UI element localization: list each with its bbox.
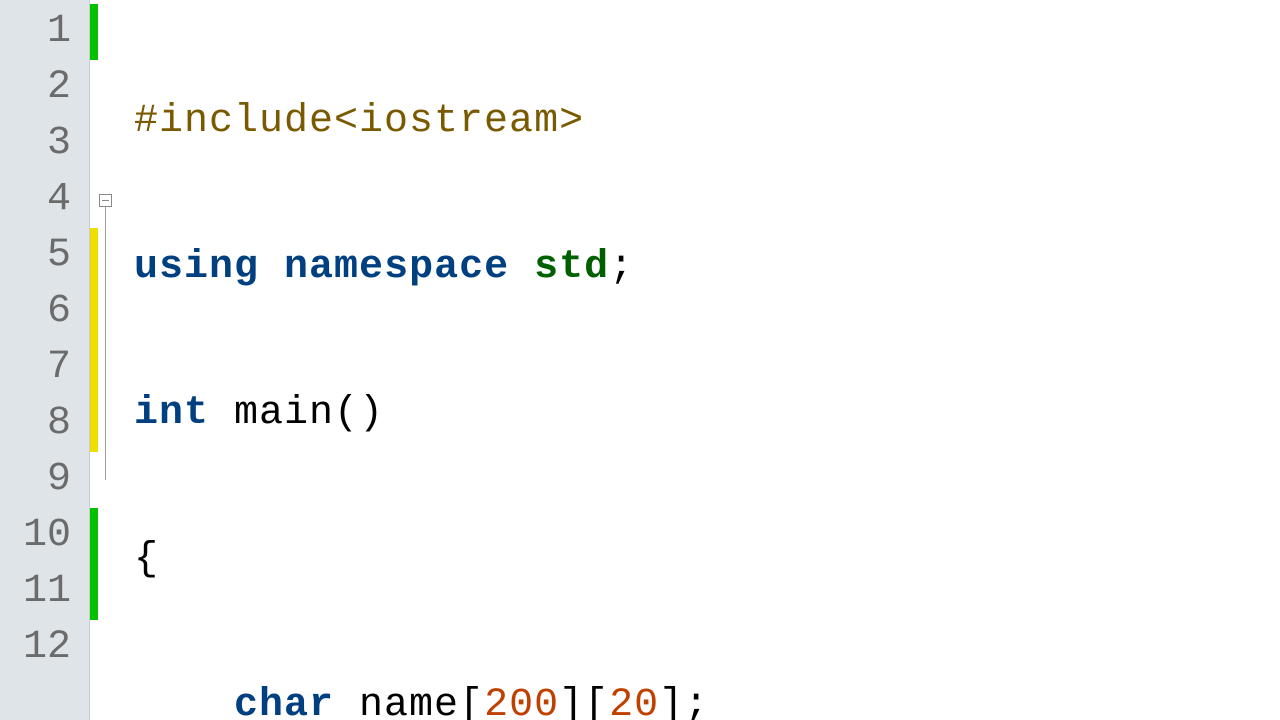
line-number: 8 <box>0 396 89 452</box>
change-none <box>90 60 98 116</box>
change-modified-icon <box>90 284 98 340</box>
keyword: int <box>134 391 209 436</box>
bracket: ][ <box>559 683 609 720</box>
punct: ; <box>609 245 634 290</box>
change-none <box>90 452 98 508</box>
code-area[interactable]: #include<iostream> using namespace std; … <box>116 0 1280 720</box>
line-number: 9 <box>0 452 89 508</box>
line-number: 10 <box>0 508 89 564</box>
change-new-icon <box>90 564 98 620</box>
preprocessor: #include <box>134 99 334 144</box>
identifier: std <box>534 245 609 290</box>
code-line[interactable]: using namespace std; <box>134 240 1280 296</box>
line-number: 11 <box>0 564 89 620</box>
code-editor[interactable]: 1 2 3 4 5 6 7 8 9 10 11 12 #inc <box>0 0 1280 720</box>
identifier: name <box>359 683 459 720</box>
line-number: 2 <box>0 60 89 116</box>
identifier: main <box>234 391 334 436</box>
change-none <box>90 620 98 676</box>
code-line[interactable]: int main() <box>134 386 1280 442</box>
change-new-icon <box>90 508 98 564</box>
change-new-icon <box>90 4 98 60</box>
change-none <box>90 172 98 228</box>
brace-open: { <box>134 537 159 582</box>
line-number: 12 <box>0 620 89 676</box>
keyword: char <box>234 683 334 720</box>
line-number: 7 <box>0 340 89 396</box>
include-target: <iostream> <box>334 99 584 144</box>
number: 20 <box>609 683 659 720</box>
code-line[interactable]: { <box>134 532 1280 588</box>
fold-minus-icon <box>99 194 112 207</box>
change-none <box>90 116 98 172</box>
change-modified-icon <box>90 340 98 396</box>
keyword: namespace <box>284 245 509 290</box>
fold-strip <box>98 0 116 720</box>
parens: () <box>334 391 384 436</box>
punct: ]; <box>659 683 709 720</box>
change-strip <box>90 0 98 720</box>
code-line[interactable]: #include<iostream> <box>134 94 1280 150</box>
keyword: using <box>134 245 259 290</box>
line-number-gutter: 1 2 3 4 5 6 7 8 9 10 11 12 <box>0 0 90 720</box>
line-number: 4 <box>0 172 89 228</box>
number: 200 <box>484 683 559 720</box>
bracket: [ <box>459 683 484 720</box>
line-number: 3 <box>0 116 89 172</box>
change-modified-icon <box>90 396 98 452</box>
line-number: 5 <box>0 228 89 284</box>
fold-toggle[interactable] <box>98 172 116 228</box>
code-line[interactable]: char name[200][20]; <box>134 678 1280 720</box>
change-modified-icon <box>90 228 98 284</box>
line-number: 6 <box>0 284 89 340</box>
line-number: 1 <box>0 4 89 60</box>
